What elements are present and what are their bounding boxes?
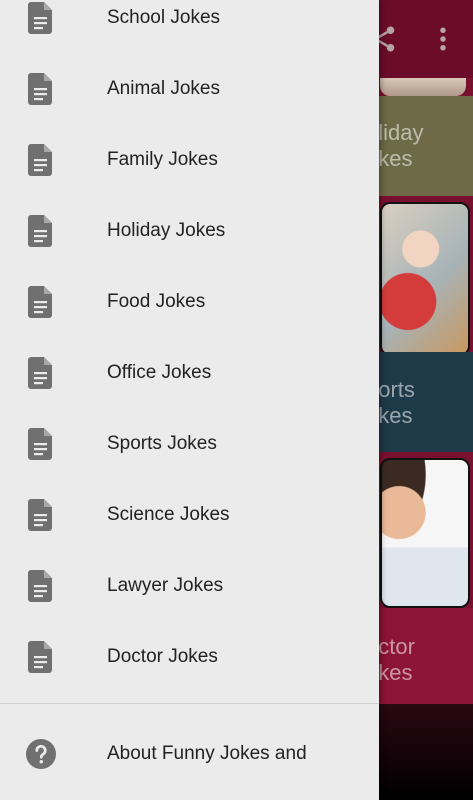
joke-category-photo[interactable]: [380, 458, 470, 608]
drawer-item-label: Doctor Jokes: [107, 645, 218, 667]
document-icon: [28, 143, 52, 176]
drawer-item-doctor-jokes[interactable]: Doctor Jokes: [0, 621, 379, 692]
drawer-item-office-jokes[interactable]: Office Jokes: [0, 337, 379, 408]
drawer-item-holiday-jokes[interactable]: Holiday Jokes: [0, 195, 379, 266]
drawer-item-about[interactable]: About Funny Jokes and: [0, 718, 379, 789]
drawer-item-label: Office Jokes: [107, 361, 212, 383]
drawer-item-school-jokes[interactable]: School Jokes: [0, 0, 379, 53]
drawer-item-label: School Jokes: [107, 6, 221, 28]
drawer-item-family-jokes[interactable]: Family Jokes: [0, 124, 379, 195]
drawer-item-label: Family Jokes: [107, 148, 218, 170]
drawer-item-label: Science Jokes: [107, 503, 230, 525]
drawer-item-label: About Funny Jokes and: [107, 742, 307, 764]
document-icon: [28, 569, 52, 602]
drawer-item-sports-jokes[interactable]: Sports Jokes: [0, 408, 379, 479]
category-tile-doctor[interactable]: octor okes: [366, 608, 473, 704]
document-icon: [28, 285, 52, 318]
document-icon: [28, 214, 52, 247]
drawer-item-science-jokes[interactable]: Science Jokes: [0, 479, 379, 550]
joke-category-photo[interactable]: [380, 78, 466, 96]
navigation-drawer: School Jokes Animal Jokes Family Jokes H…: [0, 0, 379, 800]
category-tile-label: oliday okes: [366, 120, 424, 171]
more-vert-icon[interactable]: [428, 24, 458, 54]
category-tile-label: octor okes: [366, 634, 415, 685]
drawer-item-label: Holiday Jokes: [107, 219, 226, 241]
category-tile-label: ports okes: [366, 377, 415, 428]
drawer-item-label: Food Jokes: [107, 290, 206, 312]
drawer-item-label: Animal Jokes: [107, 77, 220, 99]
document-icon: [28, 356, 52, 389]
document-icon: [28, 427, 52, 460]
document-icon: [28, 640, 52, 673]
category-tile-sports[interactable]: ports okes: [366, 352, 473, 452]
drawer-item-food-jokes[interactable]: Food Jokes: [0, 266, 379, 337]
document-icon: [28, 498, 52, 531]
drawer-item-lawyer-jokes[interactable]: Lawyer Jokes: [0, 550, 379, 621]
drawer-item-label: Lawyer Jokes: [107, 574, 224, 596]
help-icon: [26, 738, 56, 769]
drawer-item-animal-jokes[interactable]: Animal Jokes: [0, 53, 379, 124]
joke-category-photo[interactable]: [380, 202, 470, 356]
drawer-item-label: Sports Jokes: [107, 432, 217, 454]
category-tile-holiday[interactable]: oliday okes: [366, 96, 473, 196]
drawer-divider: [0, 703, 379, 704]
document-icon: [28, 1, 52, 34]
document-icon: [28, 72, 52, 105]
category-tile-next[interactable]: [374, 704, 473, 800]
